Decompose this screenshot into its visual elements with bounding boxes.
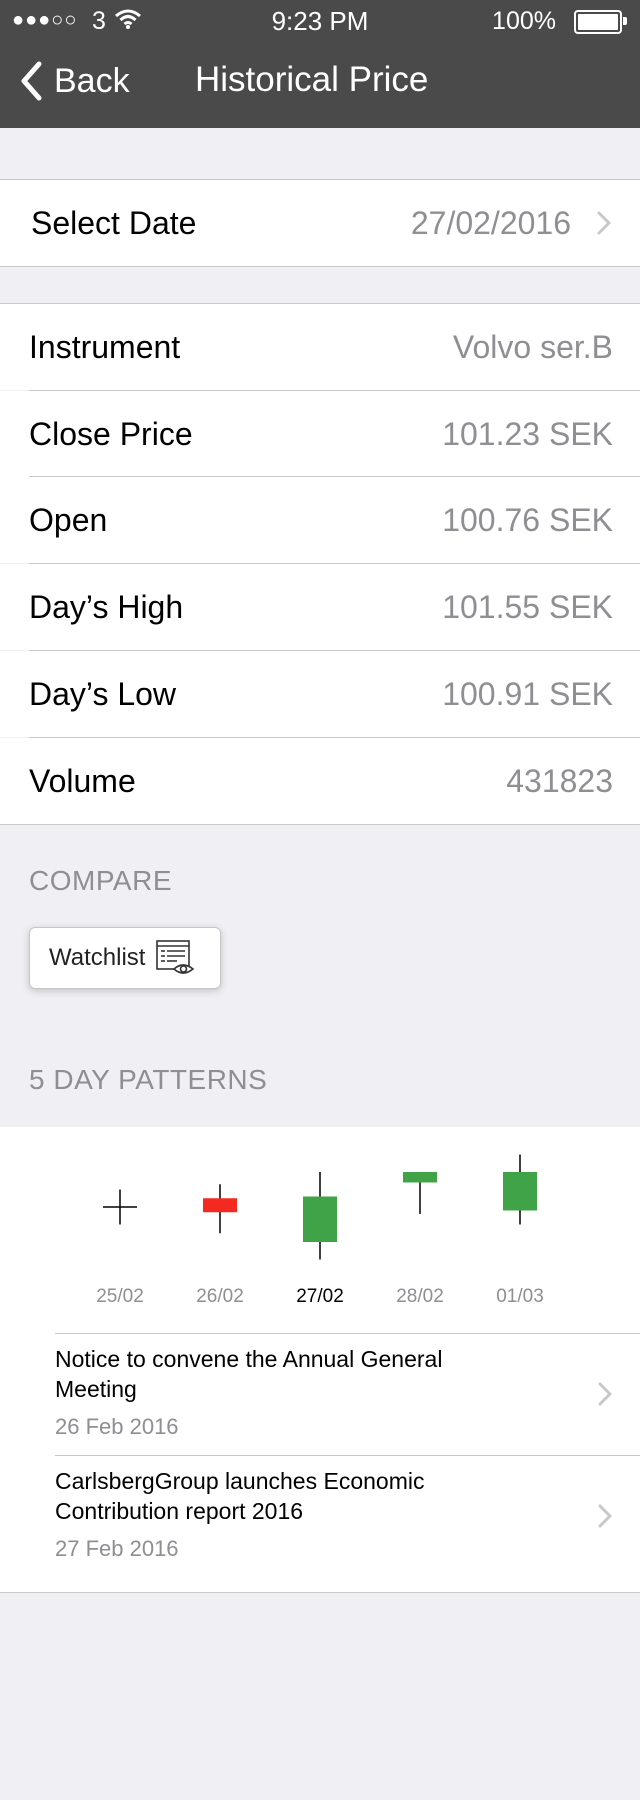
detail-row-open: Open 100.76 SEK — [0, 477, 640, 563]
detail-label: Day’s High — [29, 589, 184, 625]
page-title: Historical Price — [195, 60, 429, 99]
detail-value: Volvo ser.B — [452, 329, 613, 365]
x-tick-label[interactable]: 01/03 — [496, 1286, 544, 1307]
select-date-label: Select Date — [31, 205, 197, 241]
candlestick-chart: 25/02 26/02 27/02 28/02 01/03 — [96, 1154, 544, 1307]
battery-percent: 100% — [492, 7, 556, 35]
divider — [0, 1592, 640, 1593]
detail-row-instrument: Instrument Volvo ser.B — [0, 304, 640, 390]
detail-row-days-low: Day’s Low 100.91 SEK — [0, 651, 640, 737]
chevron-right-icon — [598, 1504, 612, 1528]
divider — [0, 266, 640, 267]
detail-label: Instrument — [29, 329, 181, 365]
news-title: Notice to convene the Annual General Mee… — [55, 1346, 443, 1402]
detail-value: 431823 — [506, 763, 613, 799]
x-tick-label[interactable]: 25/02 — [96, 1286, 144, 1307]
watchlist-label: Watchlist — [49, 944, 146, 971]
divider — [0, 824, 640, 825]
patterns-panel: 25/02 26/02 27/02 28/02 01/03 Notice to conv… — [0, 1127, 640, 1592]
news-item[interactable]: Notice to convene the Annual General Mee… — [55, 1334, 640, 1455]
candle-body — [503, 1172, 537, 1211]
candle-body — [403, 1172, 437, 1183]
watchlist-button[interactable]: Watchlist — [29, 927, 221, 989]
select-date-value: 27/02/2016 — [410, 205, 571, 241]
battery-icon — [574, 10, 627, 34]
detail-row-volume: Volume 431823 — [0, 738, 640, 824]
detail-label: Close Price — [29, 416, 193, 452]
chevron-right-icon — [597, 211, 611, 235]
back-button[interactable]: Back — [20, 56, 130, 106]
detail-label: Open — [29, 502, 108, 538]
compare-heading: COMPARE — [29, 865, 172, 896]
watchlist-icon — [156, 940, 195, 974]
x-tick-label[interactable]: 28/02 — [396, 1286, 444, 1307]
chevron-right-icon — [598, 1382, 612, 1406]
patterns-heading: 5 DAY PATTERNS — [29, 1064, 268, 1095]
detail-value: 101.23 SEK — [442, 416, 613, 452]
x-tick-label[interactable]: 27/02 — [296, 1286, 344, 1307]
chevron-left-icon — [21, 61, 42, 101]
x-tick-label[interactable]: 26/02 — [196, 1286, 244, 1307]
news-date: 26 Feb 2016 — [55, 1414, 179, 1439]
detail-value: 101.55 SEK — [442, 589, 613, 625]
candle-body — [203, 1198, 237, 1213]
detail-value: 100.76 SEK — [442, 502, 613, 538]
detail-label: Day’s Low — [29, 676, 177, 712]
status-bar: ●●●○○ 3 9:23 PM 100% — [0, 0, 640, 40]
news-item[interactable]: CarlsbergGroup launches Economic Contrib… — [55, 1456, 640, 1577]
news-title: CarlsbergGroup launches Economic Contrib… — [55, 1468, 425, 1524]
candle-body — [303, 1196, 337, 1242]
back-label: Back — [54, 61, 130, 100]
detail-value: 100.91 SEK — [442, 676, 613, 712]
detail-row-days-high: Day’s High 101.55 SEK — [0, 564, 640, 650]
detail-label: Volume — [29, 763, 136, 799]
select-date-row[interactable]: Select Date 27/02/2016 — [0, 180, 640, 266]
news-date: 27 Feb 2016 — [55, 1536, 179, 1561]
detail-row-close-price: Close Price 101.23 SEK — [0, 391, 640, 477]
navigation-bar: ●●●○○ 3 9:23 PM 100% Back Historical Pri… — [0, 0, 640, 128]
